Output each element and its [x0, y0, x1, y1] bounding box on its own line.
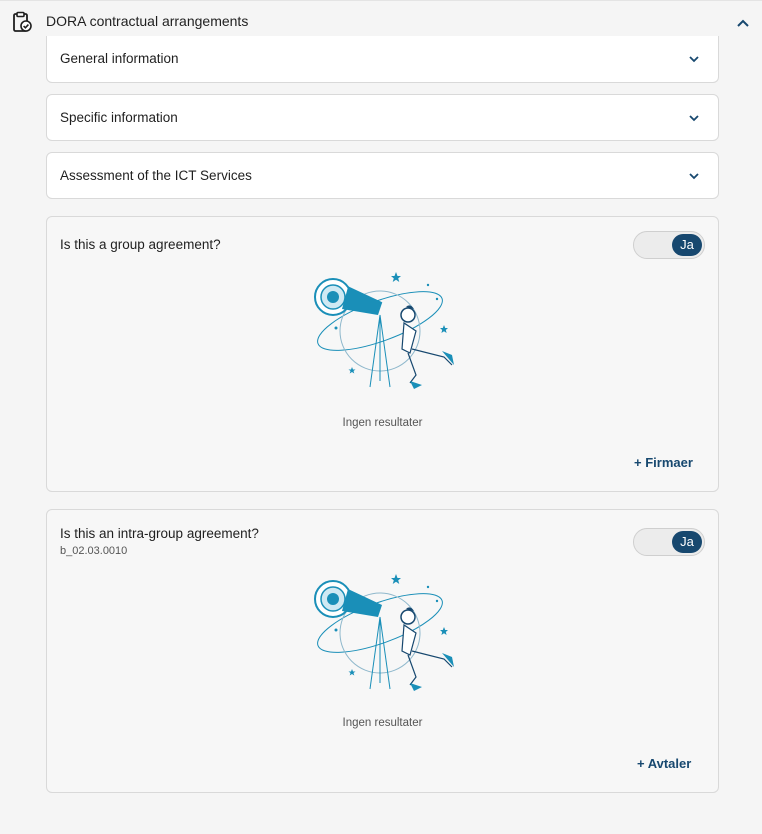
telescope-illustration	[314, 574, 454, 691]
empty-state-text: Ingen resultater	[342, 417, 423, 429]
group-agreement-card: Is this a group agreement? Ja Ingen resu…	[46, 216, 719, 492]
add-agreements-button[interactable]: + Avtaler	[637, 756, 691, 771]
accordion-label: Specific information	[60, 110, 178, 125]
intra-group-agreement-card: Is this an intra-group agreement? b_02.0…	[46, 509, 719, 793]
chevron-down-icon	[689, 173, 699, 180]
group-agreement-question: Is this a group agreement?	[60, 237, 221, 252]
chevron-down-icon	[689, 115, 699, 122]
empty-state-text: Ingen resultater	[342, 717, 423, 729]
group-agreement-toggle[interactable]: Ja	[633, 231, 705, 259]
chevron-up-icon[interactable]	[733, 14, 753, 32]
accordion-general-information[interactable]: General information	[46, 36, 719, 83]
clipboard-check-icon	[13, 11, 32, 32]
intra-group-agreement-toggle[interactable]: Ja	[633, 528, 705, 556]
accordion-assessment-ict-services[interactable]: Assessment of the ICT Services	[46, 152, 719, 199]
intra-group-agreement-question: Is this an intra-group agreement?	[60, 526, 259, 541]
add-companies-button[interactable]: + Firmaer	[634, 455, 693, 470]
accordion-label: Assessment of the ICT Services	[60, 168, 252, 183]
toggle-knob: Ja	[672, 531, 702, 553]
accordion-label: General information	[60, 51, 179, 66]
toggle-knob: Ja	[672, 234, 702, 256]
field-code: b_02.03.0010	[60, 545, 128, 557]
telescope-illustration	[314, 272, 454, 389]
chevron-down-icon	[689, 56, 699, 63]
accordion-specific-information[interactable]: Specific information	[46, 94, 719, 141]
section-title: DORA contractual arrangements	[46, 13, 249, 29]
